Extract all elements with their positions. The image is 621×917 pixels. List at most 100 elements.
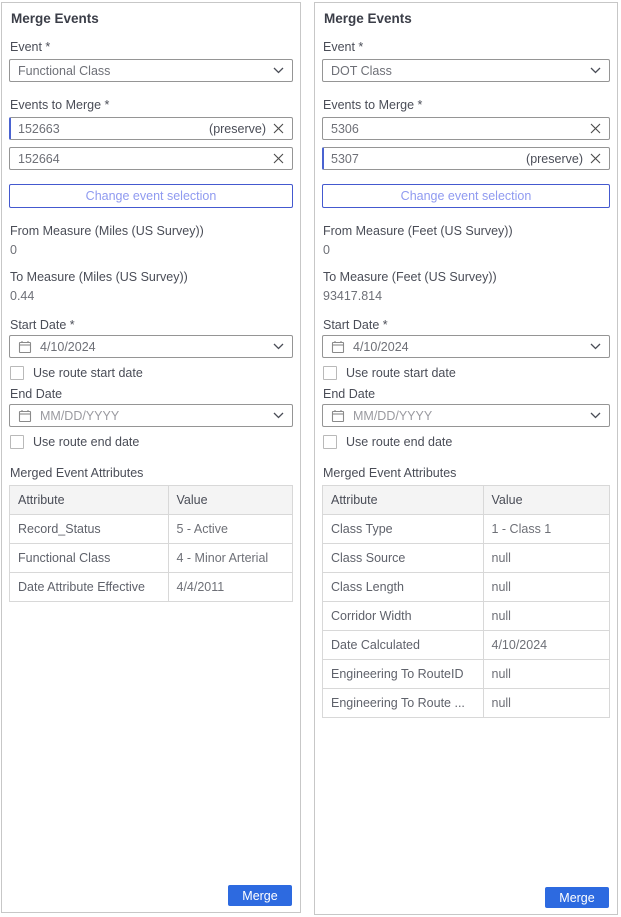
change-event-selection-button[interactable]: Change event selection [9,184,293,208]
table-cell: null [483,544,610,573]
table-cell: Date Calculated [323,631,484,660]
end-date-placeholder: MM/DD/YYYY [40,409,119,423]
column-header-attribute: Attribute [10,486,169,515]
use-route-start-date-label: Use route start date [346,366,456,380]
table-cell: Engineering To RouteID [323,660,484,689]
use-route-start-date-checkbox[interactable] [10,366,24,380]
from-measure-value: 0 [10,243,293,257]
end-date-label: End Date [323,387,610,401]
table-cell: null [483,660,610,689]
use-route-start-date-row: Use route start date [10,365,293,381]
chevron-down-icon [590,67,601,74]
change-event-selection-button[interactable]: Change event selection [322,184,610,208]
calendar-icon [18,340,32,354]
event-select-value: Functional Class [18,64,110,78]
calendar-icon [331,409,345,423]
events-to-merge-label: Events to Merge * [10,98,293,112]
close-icon[interactable] [273,123,284,134]
table-row: Class Type1 - Class 1 [323,515,610,544]
table-row: Date Calculated4/10/2024 [323,631,610,660]
use-route-end-date-label: Use route end date [346,435,452,449]
table-cell: Record_Status [10,515,169,544]
table-row: Functional Class4 - Minor Arterial [10,544,293,573]
table-cell: Class Type [323,515,484,544]
use-route-end-date-checkbox[interactable] [10,435,24,449]
end-date-field[interactable]: MM/DD/YYYY [9,404,293,427]
event-label: Event * [10,40,293,54]
use-route-start-date-checkbox[interactable] [323,366,337,380]
preserve-tag: (preserve) [209,122,266,136]
table-header-row: Attribute Value [10,486,293,515]
chevron-down-icon [590,343,601,350]
event-item[interactable]: 152663 (preserve) [9,117,293,140]
table-cell: 4 - Minor Arterial [168,544,293,573]
table-cell: 4/10/2024 [483,631,610,660]
event-item[interactable]: 5306 [322,117,610,140]
table-row: Record_Status5 - Active [10,515,293,544]
from-measure-value: 0 [323,243,610,257]
to-measure-value: 0.44 [10,289,293,303]
table-row: Corridor Widthnull [323,602,610,631]
use-route-end-date-label: Use route end date [33,435,139,449]
end-date-field[interactable]: MM/DD/YYYY [322,404,610,427]
merge-events-panel-left: Merge Events Event * Functional Class Ev… [1,2,301,913]
event-item-value: 152664 [18,152,60,166]
event-item[interactable]: 152664 [9,147,293,170]
start-date-label: Start Date * [10,318,293,332]
calendar-icon [18,409,32,423]
page-title: Merge Events [11,11,293,26]
event-item-value: 5306 [331,122,359,136]
table-row: Date Attribute Effective4/4/2011 [10,573,293,602]
close-icon[interactable] [273,153,284,164]
table-cell: Engineering To Route ... [323,689,484,718]
start-date-value: 4/10/2024 [353,340,409,354]
event-select[interactable]: Functional Class [9,59,293,82]
event-item-value: 5307 [331,152,359,166]
from-measure-label: From Measure (Miles (US Survey)) [10,224,293,238]
to-measure-label: To Measure (Feet (US Survey)) [323,270,610,284]
end-date-label: End Date [10,387,293,401]
use-route-end-date-checkbox[interactable] [323,435,337,449]
close-icon[interactable] [590,153,601,164]
from-measure-label: From Measure (Feet (US Survey)) [323,224,610,238]
event-item[interactable]: 5307 (preserve) [322,147,610,170]
to-measure-value: 93417.814 [323,289,610,303]
chevron-down-icon [273,343,284,350]
end-date-placeholder: MM/DD/YYYY [353,409,432,423]
to-measure-label: To Measure (Miles (US Survey)) [10,270,293,284]
column-header-value: Value [483,486,610,515]
chevron-down-icon [273,412,284,419]
calendar-icon [331,340,345,354]
event-label: Event * [323,40,610,54]
merged-attributes-table: Attribute Value Record_Status5 - ActiveF… [9,485,293,602]
use-route-end-date-row: Use route end date [323,434,610,450]
merged-event-attributes-title: Merged Event Attributes [323,466,610,480]
merge-button[interactable]: Merge [545,887,609,908]
table-row: Class Sourcenull [323,544,610,573]
use-route-end-date-row: Use route end date [10,434,293,450]
table-cell: 4/4/2011 [168,573,293,602]
events-to-merge-label: Events to Merge * [323,98,610,112]
table-cell: 1 - Class 1 [483,515,610,544]
event-item-value: 152663 [18,122,60,136]
preserve-tag: (preserve) [526,152,583,166]
chevron-down-icon [273,67,284,74]
use-route-start-date-label: Use route start date [33,366,143,380]
table-cell: Date Attribute Effective [10,573,169,602]
start-date-field[interactable]: 4/10/2024 [9,335,293,358]
close-icon[interactable] [590,123,601,134]
table-cell: Functional Class [10,544,169,573]
table-cell: 5 - Active [168,515,293,544]
table-cell: Corridor Width [323,602,484,631]
table-row: Class Lengthnull [323,573,610,602]
table-cell: null [483,573,610,602]
merge-button[interactable]: Merge [228,885,292,906]
page-title: Merge Events [324,11,610,26]
start-date-field[interactable]: 4/10/2024 [322,335,610,358]
table-row: Engineering To Route ...null [323,689,610,718]
event-select[interactable]: DOT Class [322,59,610,82]
start-date-value: 4/10/2024 [40,340,96,354]
table-row: Engineering To RouteIDnull [323,660,610,689]
merge-events-panel-right: Merge Events Event * DOT Class Events to… [314,2,618,915]
use-route-start-date-row: Use route start date [323,365,610,381]
